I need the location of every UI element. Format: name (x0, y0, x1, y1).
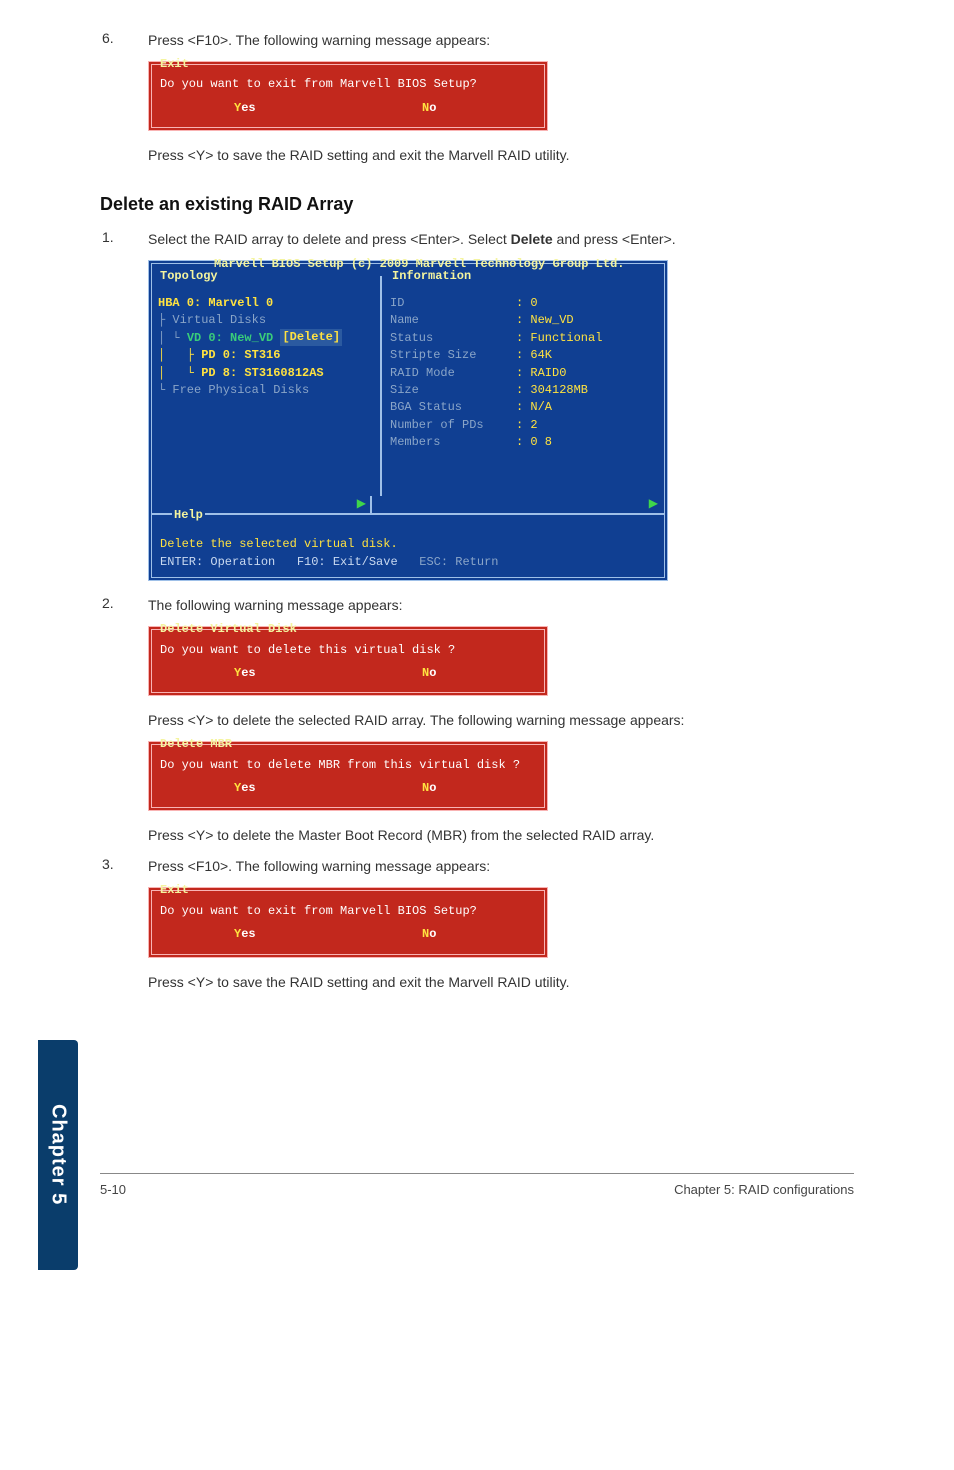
dialog-options: Yes No (160, 659, 536, 684)
dialog-options: Yes No (160, 94, 536, 119)
step-text: Press <Y> to delete the selected RAID ar… (148, 710, 854, 731)
information-label: Information (390, 268, 473, 285)
dialog-options: Yes No (160, 920, 536, 945)
tree-free-disks[interactable]: └ Free Physical Disks (158, 382, 374, 399)
option-no[interactable]: No (348, 926, 536, 943)
step-2: 2. The following warning message appears… (100, 595, 854, 846)
step-6: 6. Press <F10>. The following warning me… (100, 30, 854, 166)
section-heading: Delete an existing RAID Array (100, 194, 854, 215)
tree-hba[interactable]: HBA 0: Marvell 0 (158, 295, 374, 312)
delete-mbr-dialog: Delete MBR Do you want to delete MBR fro… (148, 741, 548, 811)
option-yes[interactable]: Yes (160, 665, 348, 682)
dialog-options: Yes No (160, 774, 536, 799)
chapter-tab: Chapter 5 (38, 1040, 78, 1270)
option-yes[interactable]: Yes (160, 100, 348, 117)
step-text: The following warning message appears: (148, 595, 854, 616)
step-text: Press <Y> to delete the Master Boot Reco… (148, 825, 854, 846)
tree-selected-vd[interactable]: │ └ VD 0: New_VD [Delete] (158, 330, 374, 347)
bios-setup-panel: Marvell BIOS Setup (c) 2009 Marvell Tech… (148, 260, 668, 581)
dialog-title: Delete Virtual Disk (160, 621, 536, 638)
help-pane: Help Delete the selected virtual disk. E… (152, 513, 664, 577)
topology-pane: Topology HBA 0: Marvell 0 ├ Virtual Disk… (152, 276, 382, 496)
dialog-message: Do you want to exit from Marvell BIOS Se… (160, 76, 536, 93)
step-list-delete: 1. Select the RAID array to delete and p… (100, 229, 854, 992)
delete-vd-dialog: Delete Virtual Disk Do you want to delet… (148, 626, 548, 696)
dialog-frame: Delete MBR Do you want to delete MBR fro… (148, 741, 548, 811)
step-text: Press <F10>. The following warning messa… (148, 856, 854, 877)
step-number: 3. (102, 856, 114, 872)
tree-pd8[interactable]: │ └ PD 8: ST3160812AS (158, 365, 374, 382)
step-text-after: Press <Y> to save the RAID setting and e… (148, 145, 854, 166)
help-description: Delete the selected virtual disk. (160, 536, 656, 553)
info-row: Name: New_VD (390, 312, 656, 329)
arrow-right-icon[interactable]: ▶ (372, 496, 664, 513)
option-no[interactable]: No (348, 780, 536, 797)
page-number: 5-10 (100, 1182, 126, 1197)
exit-dialog-2: Exit Do you want to exit from Marvell BI… (148, 887, 548, 957)
option-yes[interactable]: Yes (160, 926, 348, 943)
delete-badge[interactable]: [Delete] (280, 329, 342, 346)
bios-panes: Topology HBA 0: Marvell 0 ├ Virtual Disk… (152, 276, 664, 496)
exit-dialog: Exit Do you want to exit from Marvell BI… (148, 61, 548, 131)
info-row: Size: 304128MB (390, 382, 656, 399)
information-pane: Information ID: 0 Name: New_VD Status: F… (382, 276, 664, 496)
info-row: Status: Functional (390, 330, 656, 347)
option-yes[interactable]: Yes (160, 780, 348, 797)
info-row: Stripte Size: 64K (390, 347, 656, 364)
step-3: 3. Press <F10>. The following warning me… (100, 856, 854, 992)
help-keys: ENTER: Operation F10: Exit/Save ESC: Ret… (160, 554, 656, 571)
step-number: 6. (102, 30, 114, 46)
dialog-message: Do you want to delete this virtual disk … (160, 642, 536, 659)
dialog-message: Do you want to delete MBR from this virt… (160, 757, 536, 774)
info-row: Members: 0 8 (390, 434, 656, 451)
help-label: Help (172, 507, 205, 524)
step-number: 2. (102, 595, 114, 611)
dialog-frame: Exit Do you want to exit from Marvell BI… (148, 61, 548, 131)
option-no[interactable]: No (348, 100, 536, 117)
step-text: Select the RAID array to delete and pres… (148, 229, 854, 250)
info-row: ID: 0 (390, 295, 656, 312)
step-number: 1. (102, 229, 114, 245)
scroll-arrows: ▶ ▶ (152, 496, 664, 513)
option-no[interactable]: No (348, 665, 536, 682)
dialog-title: Exit (160, 56, 536, 73)
dialog-message: Do you want to exit from Marvell BIOS Se… (160, 903, 536, 920)
chapter-title: Chapter 5: RAID configurations (674, 1182, 854, 1197)
dialog-title: Exit (160, 882, 536, 899)
dialog-frame: Exit Do you want to exit from Marvell BI… (148, 887, 548, 957)
dialog-title: Delete MBR (160, 736, 536, 753)
info-row: BGA Status: N/A (390, 399, 656, 416)
bios-frame: Marvell BIOS Setup (c) 2009 Marvell Tech… (148, 260, 668, 581)
tree-pd0[interactable]: │ ├ PD 0: ST316 (158, 347, 374, 364)
info-row: Number of PDs: 2 (390, 417, 656, 434)
step-list-top: 6. Press <F10>. The following warning me… (100, 30, 854, 166)
info-row: RAID Mode: RAID0 (390, 365, 656, 382)
topology-tree: HBA 0: Marvell 0 ├ Virtual Disks │ └ VD … (158, 295, 374, 399)
step-text: Press <Y> to save the RAID setting and e… (148, 972, 854, 993)
page-footer: 5-10 Chapter 5: RAID configurations (100, 1173, 854, 1197)
step-text: Press <F10>. The following warning messa… (148, 30, 854, 51)
dialog-frame: Delete Virtual Disk Do you want to delet… (148, 626, 548, 696)
topology-label: Topology (158, 268, 220, 285)
info-list: ID: 0 Name: New_VD Status: Functional St… (390, 295, 656, 452)
step-1: 1. Select the RAID array to delete and p… (100, 229, 854, 581)
tree-virtual-disks[interactable]: ├ Virtual Disks (158, 312, 374, 329)
